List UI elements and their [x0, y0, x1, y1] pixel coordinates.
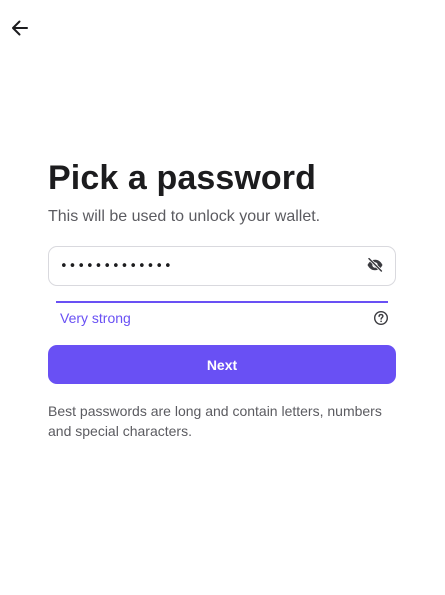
next-button[interactable]: Next [48, 345, 396, 384]
arrow-left-icon [10, 18, 30, 38]
password-strength-row: Very strong [60, 309, 389, 327]
password-setup-page: Pick a password This will be used to unl… [0, 0, 445, 595]
password-strength-label: Very strong [60, 310, 131, 326]
question-circle-icon[interactable] [373, 310, 389, 326]
password-hint: Best passwords are long and contain lett… [48, 403, 382, 439]
page-title: Pick a password [48, 159, 316, 197]
eye-off-icon [366, 256, 384, 277]
password-field [48, 246, 396, 286]
visibility-toggle-button[interactable] [355, 246, 395, 286]
main-content: Pick a password This will be used to unl… [48, 158, 396, 441]
password-strength-fill [56, 301, 388, 303]
page-subtitle: This will be used to unlock your wallet. [48, 208, 321, 225]
password-strength-bar [56, 301, 388, 303]
back-button[interactable] [10, 18, 30, 38]
password-input[interactable] [49, 247, 355, 285]
